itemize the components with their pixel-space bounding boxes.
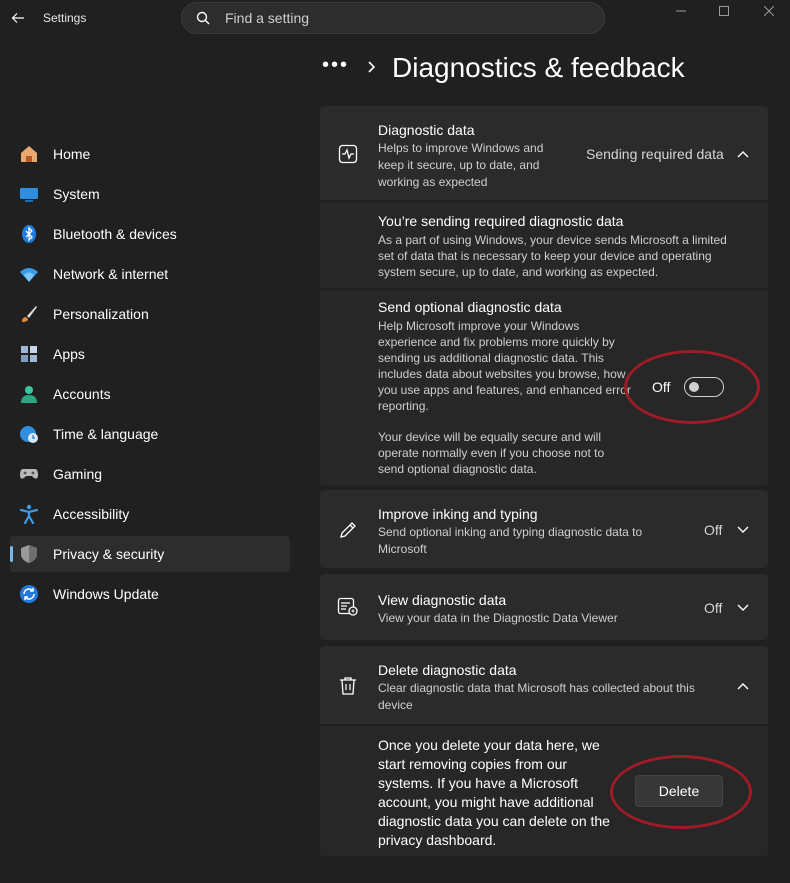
shield-icon: [19, 544, 39, 564]
inking-typing-title: Improve inking and typing: [378, 506, 538, 522]
search-icon: [195, 10, 211, 26]
required-data-description: As a part of using Windows, your device …: [378, 233, 727, 279]
system-icon: [19, 184, 39, 204]
close-button[interactable]: [746, 0, 790, 22]
view-diagnostic-data-description: View your data in the Diagnostic Data Vi…: [378, 611, 618, 625]
app-title: Settings: [43, 11, 87, 25]
back-arrow-icon: [11, 13, 24, 23]
sidebar-item-label: Accounts: [53, 386, 111, 402]
chevron-down-icon[interactable]: [736, 601, 750, 615]
sidebar-item-label: Windows Update: [53, 586, 159, 602]
sidebar-item-label: Personalization: [53, 306, 149, 322]
view-diagnostic-data-title: View diagnostic data: [378, 592, 507, 608]
brush-icon: [19, 304, 39, 324]
data-viewer-icon: [336, 595, 360, 619]
maximize-button[interactable]: [701, 0, 747, 22]
minimize-icon: [676, 10, 686, 12]
pen-icon: [336, 518, 360, 542]
sidebar-item-label: Accessibility: [53, 506, 130, 522]
maximize-icon: [719, 6, 729, 16]
inking-typing-card[interactable]: Improve inking and typing Send optional …: [320, 490, 768, 568]
delete-data-body: Once you delete your data here, we start…: [378, 737, 610, 848]
annotation-circle-toggle: [624, 350, 760, 424]
apps-icon: [19, 344, 39, 364]
inking-typing-description: Send optional inking and typing diagnost…: [378, 525, 643, 556]
required-data-title: You’re sending required diagnostic data: [378, 213, 624, 229]
view-diagnostic-data-status: Off: [704, 600, 723, 616]
sidebar-item-label: Bluetooth & devices: [53, 226, 177, 242]
sidebar-item-label: Gaming: [53, 466, 103, 482]
required-data-section: You’re sending required diagnostic data …: [320, 202, 768, 288]
globe-clock-icon: [19, 424, 39, 444]
optional-data-description: Help Microsoft improve your Windows expe…: [378, 319, 631, 413]
account-icon: [19, 384, 39, 404]
sidebar-item-windows-update[interactable]: Windows Update: [10, 576, 290, 612]
sidebar-item-time-language[interactable]: Time & language: [10, 416, 290, 452]
inking-typing-status: Off: [704, 522, 723, 538]
chevron-down-icon[interactable]: [736, 523, 750, 537]
annotation-circle-delete: [610, 755, 752, 829]
delete-diagnostic-data-title: Delete diagnostic data: [378, 662, 517, 678]
sidebar-item-label: Privacy & security: [53, 546, 165, 562]
sidebar-item-gaming[interactable]: Gaming: [10, 456, 290, 492]
search-box[interactable]: [181, 2, 605, 34]
minimize-button[interactable]: [658, 0, 704, 22]
sidebar-item-home[interactable]: Home: [10, 136, 290, 172]
sidebar-item-system[interactable]: System: [10, 176, 290, 212]
sidebar-item-label: Apps: [53, 346, 85, 362]
delete-diagnostic-data-description: Clear diagnostic data that Microsoft has…: [378, 681, 695, 712]
trash-icon: [336, 674, 360, 698]
diagnostic-data-status: Sending required data: [586, 146, 724, 162]
sidebar-item-label: System: [53, 186, 100, 202]
update-icon: [19, 584, 39, 604]
sidebar-item-label: Home: [53, 146, 91, 162]
chevron-up-icon[interactable]: [736, 679, 750, 693]
diagnostic-data-card[interactable]: Diagnostic data Helps to improve Windows…: [320, 106, 768, 200]
sidebar-item-label: Network & internet: [53, 266, 169, 282]
sidebar-item-network[interactable]: Network & internet: [10, 256, 290, 292]
accessibility-icon: [19, 504, 39, 524]
activity-icon: [336, 142, 360, 166]
close-icon: [764, 6, 774, 16]
sidebar-item-privacy-security[interactable]: Privacy & security: [10, 536, 290, 572]
breadcrumb-chevron-icon: [366, 60, 376, 79]
sidebar-item-accounts[interactable]: Accounts: [10, 376, 290, 412]
diagnostic-data-title: Diagnostic data: [378, 122, 475, 138]
sidebar-item-label: Time & language: [53, 426, 159, 442]
back-button[interactable]: [10, 10, 26, 26]
page-title: Diagnostics & feedback: [392, 52, 685, 83]
optional-data-title: Send optional diagnostic data: [378, 299, 562, 315]
sidebar-item-apps[interactable]: Apps: [10, 336, 290, 372]
search-input[interactable]: [223, 9, 567, 27]
sidebar-item-personalization[interactable]: Personalization: [10, 296, 290, 332]
gamepad-icon: [19, 464, 39, 484]
diagnostic-data-description: Helps to improve Windows and keep it sec…: [378, 141, 544, 189]
sidebar-item-accessibility[interactable]: Accessibility: [10, 496, 290, 532]
chevron-up-icon[interactable]: [736, 147, 750, 161]
sidebar: Home System Bluetooth & devices Network …: [0, 136, 300, 616]
wifi-icon: [19, 264, 39, 284]
view-diagnostic-data-card[interactable]: View diagnostic data View your data in t…: [320, 574, 768, 640]
sidebar-item-bluetooth[interactable]: Bluetooth & devices: [10, 216, 290, 252]
delete-diagnostic-data-card[interactable]: Delete diagnostic data Clear diagnostic …: [320, 646, 768, 724]
optional-data-note: Your device will be equally secure and w…: [378, 430, 605, 476]
home-icon: [19, 144, 39, 164]
breadcrumb-more-button[interactable]: •••: [322, 54, 349, 77]
bluetooth-icon: [19, 224, 39, 244]
